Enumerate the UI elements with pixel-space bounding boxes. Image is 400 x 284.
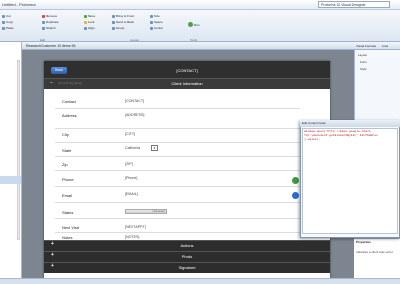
- stretch-icon: [42, 26, 45, 30]
- group-button[interactable]: Group: [112, 26, 134, 30]
- ribbon-toolbar: [0, 10, 400, 42]
- size-icon: [150, 14, 153, 18]
- section-title: Client Information: [171, 81, 203, 86]
- remove-button[interactable]: Remove: [42, 14, 59, 18]
- run-button[interactable]: Run: [188, 22, 200, 27]
- space-button[interactable]: Space: [150, 20, 163, 24]
- copy-button[interactable]: Copy: [2, 20, 14, 24]
- field-label: Zip: [62, 162, 68, 167]
- field-value[interactable]: [NEXTAPPT]: [125, 225, 146, 229]
- field-label: Address: [62, 113, 77, 118]
- field-label: Next Visit: [62, 225, 79, 230]
- field-value[interactable]: [CONTACT]: [125, 99, 144, 103]
- form-row: [55, 129, 300, 143]
- field-value[interactable]: [EMAIL]: [125, 192, 138, 196]
- bring-front-icon: [112, 14, 115, 18]
- left-pane-selected-item[interactable]: [0, 176, 21, 184]
- form-row: [55, 157, 300, 171]
- group-icon: [112, 26, 115, 30]
- code-line: ?q='+document.getElementById(' FinfAddre…: [304, 134, 378, 137]
- paste-button[interactable]: Paste: [2, 26, 14, 30]
- photo-section-title: Photo: [181, 254, 193, 259]
- send-email-icon[interactable]: [292, 192, 299, 199]
- code-line: ).value);: [304, 138, 321, 141]
- move-icon: [84, 14, 87, 18]
- status-bar: [0, 278, 400, 284]
- field-label: State: [62, 148, 72, 153]
- center-button[interactable]: Center: [150, 26, 163, 30]
- scissors-icon: [2, 14, 5, 18]
- properties-title: Properties: [356, 240, 371, 244]
- tree-item[interactable]: Form: [360, 60, 367, 64]
- field-label: Contact: [62, 99, 76, 104]
- form-row: [55, 143, 300, 157]
- form-row: [55, 171, 300, 187]
- form-row: [55, 109, 300, 129]
- bring-to-front-button[interactable]: Bring to Front: [112, 14, 134, 18]
- run-icon: [188, 22, 193, 27]
- field-label: City: [62, 132, 69, 137]
- call-phone-icon[interactable]: [292, 177, 299, 184]
- field-value[interactable]: [ZIP]: [125, 162, 133, 166]
- align-button[interactable]: Align: [84, 26, 95, 30]
- size-button[interactable]: Size: [150, 14, 163, 18]
- center-icon: [150, 26, 153, 30]
- field-value[interactable]: [Phone]: [125, 176, 137, 180]
- cut-button[interactable]: Cut: [2, 14, 14, 18]
- code-editor-textarea[interactable]: [302, 128, 398, 234]
- left-pane-scrollbar[interactable]: [17, 60, 20, 240]
- tab-visual-formats[interactable]: Visual Formats: [356, 44, 376, 48]
- properties-description: Indicates a client side script: [356, 250, 393, 254]
- signature-section-title: Signature: [178, 265, 196, 270]
- properties-panel: [354, 238, 400, 278]
- status-control[interactable]: Unknown: [125, 209, 167, 214]
- code-editor-title: Edit Control Code: [300, 120, 400, 127]
- duplicate-button[interactable]: Duplicate: [42, 20, 59, 24]
- lock-button[interactable]: Lock: [84, 20, 95, 24]
- tree-item[interactable]: Layout: [358, 53, 367, 57]
- form-title: [CONTACT]: [176, 68, 198, 73]
- search-box[interactable]: Proforma 10 Visual Designer: [318, 1, 390, 8]
- code-line: window.open('http://maps.google.com/m: [304, 130, 371, 133]
- form-row: [55, 187, 300, 203]
- field-label: Status: [62, 210, 74, 215]
- remove-icon: [42, 14, 45, 18]
- space-icon: [150, 20, 153, 24]
- tree-item[interactable]: Style: [360, 67, 367, 71]
- align-icon: [84, 26, 87, 30]
- form-row: [55, 95, 300, 109]
- send-to-back-button[interactable]: Send to Back: [112, 20, 134, 24]
- form-row: [55, 219, 300, 233]
- paste-icon: [2, 26, 5, 30]
- field-value[interactable]: [ADDRESS]: [125, 113, 144, 117]
- tab-lists[interactable]: Lists: [382, 44, 388, 48]
- field-value[interactable]: [CITY]: [125, 132, 135, 136]
- field-value[interactable]: [NOTES]: [125, 235, 139, 239]
- form-row: [55, 203, 300, 219]
- document-tab[interactable]: ResearchCustomer 10 Items 95: [26, 44, 75, 48]
- copy-icon: [2, 20, 5, 24]
- stretch-button[interactable]: Stretch: [42, 26, 59, 30]
- state-select-value[interactable]: California: [125, 146, 140, 150]
- duplicate-icon: [42, 20, 45, 24]
- window-title: Untitled - Proforma: [2, 2, 36, 7]
- chevron-down-icon[interactable]: ▾: [151, 145, 158, 151]
- send-back-icon: [112, 20, 115, 24]
- field-label: Phone: [62, 177, 74, 182]
- actions-section-title: Actions: [180, 243, 194, 248]
- field-label: Email: [62, 193, 73, 198]
- move-button[interactable]: Move: [84, 14, 95, 18]
- lock-icon: [84, 20, 87, 24]
